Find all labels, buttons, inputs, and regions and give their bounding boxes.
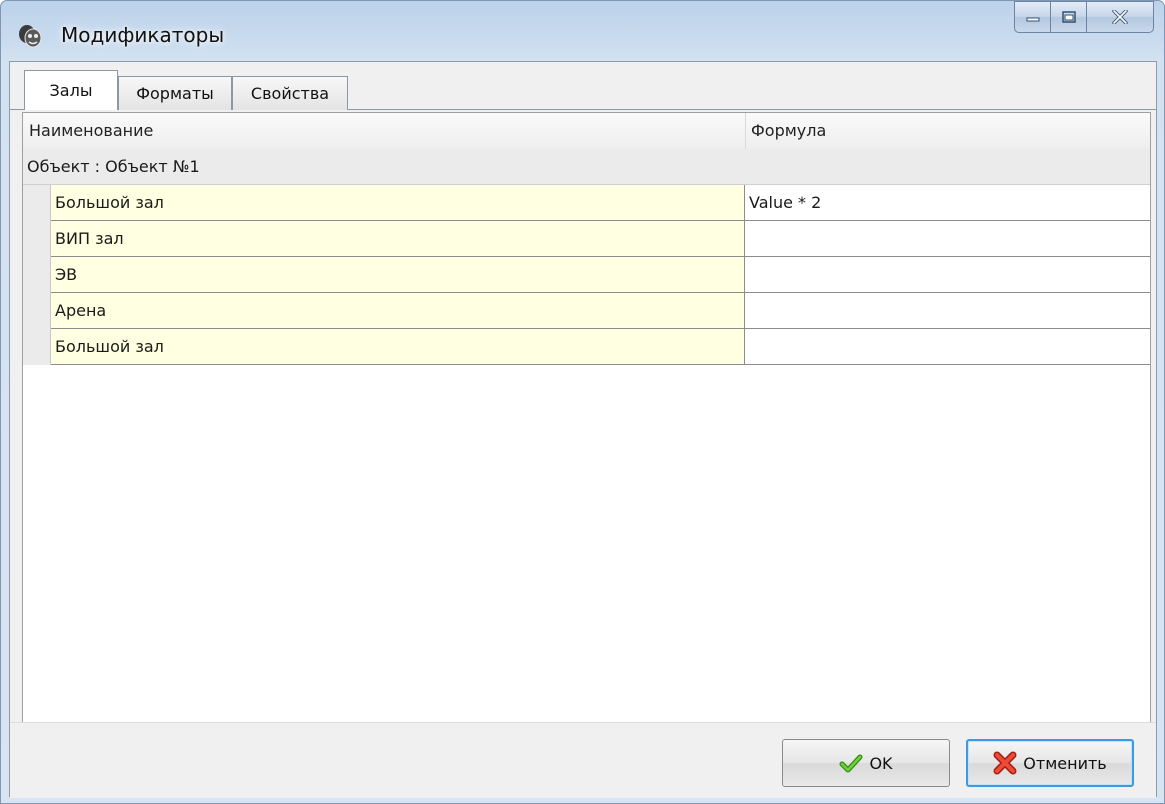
table-row[interactable]: ВИП зал bbox=[51, 221, 1150, 257]
checkmark-icon bbox=[839, 754, 863, 773]
window-title: Модификаторы bbox=[61, 23, 225, 47]
column-header-name[interactable]: Наименование bbox=[29, 113, 153, 149]
ok-button[interactable]: OK bbox=[782, 739, 950, 787]
group-row-label: Объект : Объект №1 bbox=[27, 157, 200, 176]
name-cell[interactable]: Большой зал bbox=[51, 329, 745, 365]
table-row[interactable]: Арена bbox=[51, 293, 1150, 329]
maximize-button[interactable] bbox=[1050, 1, 1086, 33]
close-icon bbox=[1112, 10, 1128, 24]
close-button[interactable] bbox=[1086, 1, 1154, 33]
formula-cell[interactable] bbox=[745, 257, 1150, 293]
table-row[interactable]: ЭВ bbox=[51, 257, 1150, 293]
column-header-formula[interactable]: Формула bbox=[751, 113, 826, 149]
tab-halls[interactable]: Залы bbox=[24, 70, 118, 110]
minimize-icon bbox=[1026, 17, 1039, 22]
tab-halls-label: Залы bbox=[49, 81, 93, 100]
name-cell[interactable]: Большой зал bbox=[51, 185, 745, 221]
cancel-button[interactable]: Отменить bbox=[966, 739, 1134, 787]
tab-properties-label: Свойства bbox=[250, 84, 330, 103]
table-row[interactable]: Большой зал Value * 2 bbox=[51, 185, 1150, 221]
name-cell[interactable]: ВИП зал bbox=[51, 221, 745, 257]
red-x-icon bbox=[993, 751, 1017, 775]
title-bar[interactable]: Модификаторы bbox=[1, 1, 1164, 61]
caption-buttons bbox=[1014, 1, 1154, 36]
modifiers-grid[interactable]: Наименование Формула Объект : Объект №1 … bbox=[22, 112, 1151, 774]
minimize-button[interactable] bbox=[1014, 1, 1050, 33]
tab-formats[interactable]: Форматы bbox=[118, 76, 232, 110]
grid-header: Наименование Формула bbox=[23, 113, 1150, 150]
formula-cell[interactable] bbox=[745, 329, 1150, 365]
tab-formats-label: Форматы bbox=[136, 84, 214, 103]
tab-strip: Залы Форматы Свойства bbox=[10, 62, 1156, 110]
name-cell[interactable]: Арена bbox=[51, 293, 745, 329]
formula-cell[interactable] bbox=[745, 293, 1150, 329]
modifiers-dialog: Модификаторы Залы Форматы Свойства Наиме… bbox=[0, 0, 1165, 804]
row-indent-gutter bbox=[23, 185, 51, 365]
theater-masks-icon bbox=[19, 25, 42, 48]
table-row[interactable]: Большой зал bbox=[51, 329, 1150, 365]
cancel-button-label: Отменить bbox=[1023, 753, 1107, 773]
group-row-object[interactable]: Объект : Объект №1 bbox=[23, 149, 1150, 185]
dialog-client-area: Залы Форматы Свойства Наименование Форму… bbox=[9, 61, 1157, 798]
name-cell[interactable]: ЭВ bbox=[51, 257, 745, 293]
maximize-icon bbox=[1061, 11, 1076, 23]
column-separator[interactable] bbox=[745, 113, 746, 149]
formula-cell[interactable]: Value * 2 bbox=[745, 185, 1150, 221]
ok-button-label: OK bbox=[869, 753, 893, 773]
formula-cell[interactable] bbox=[745, 221, 1150, 257]
button-bar: OK Отменить bbox=[10, 722, 1156, 798]
tab-properties[interactable]: Свойства bbox=[232, 76, 348, 110]
